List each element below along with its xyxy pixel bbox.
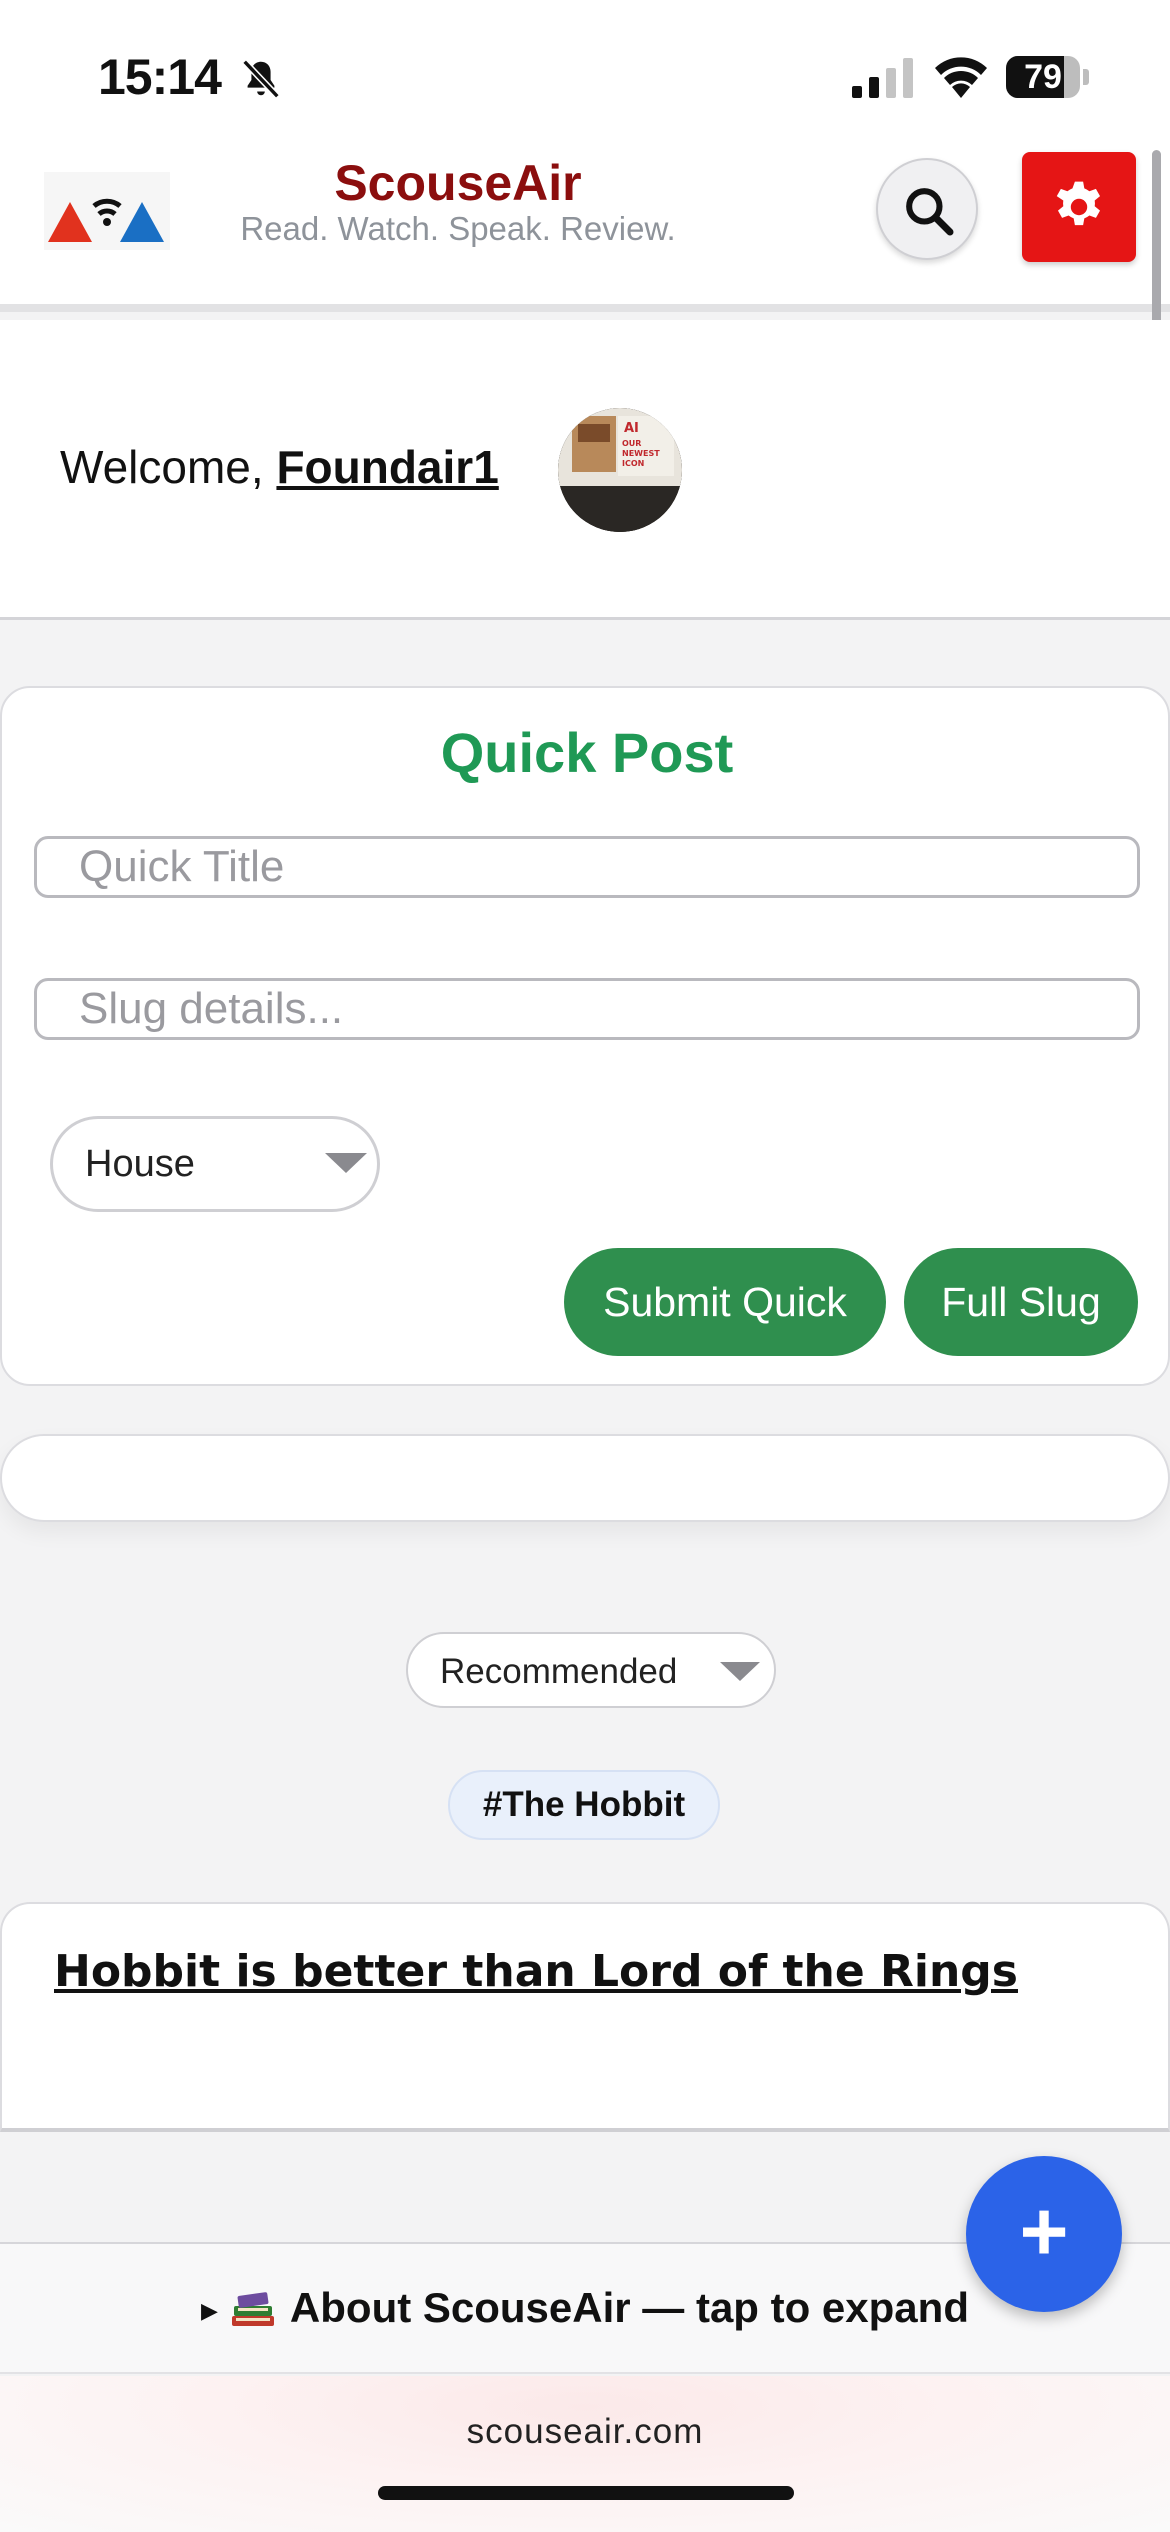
tag-chip[interactable]: #The Hobbit [448, 1770, 720, 1840]
brand-name: ScouseAir [334, 155, 582, 211]
footer: scouseair.com [0, 2376, 1170, 2532]
cellular-signal-icon [852, 58, 913, 98]
svg-text:ICON: ICON [622, 459, 644, 468]
battery-icon: 79 [1006, 56, 1089, 98]
home-indicator[interactable] [378, 2486, 794, 2500]
add-post-button[interactable]: + [966, 2156, 1122, 2312]
category-select[interactable]: House [50, 1116, 380, 1212]
app-header: ScouseAir Read. Watch. Speak. Review. [0, 140, 1170, 312]
logo-icon[interactable] [44, 172, 170, 250]
plus-icon: + [1019, 2184, 1069, 2278]
gear-icon [1056, 181, 1101, 226]
bell-slash-icon [242, 59, 280, 99]
svg-text:NEWEST: NEWEST [622, 449, 660, 458]
svg-text:AI: AI [624, 421, 639, 436]
status-bar: 15:14 79 [0, 0, 1170, 140]
quick-post-title: Quick Post [440, 721, 734, 784]
settings-button[interactable] [1022, 152, 1136, 262]
username-link[interactable]: Foundair1 [276, 441, 498, 493]
search-icon [906, 188, 954, 236]
sort-select[interactable]: Recommended [406, 1632, 776, 1708]
search-button[interactable] [876, 158, 978, 260]
sort-selected: Recommended [440, 1652, 678, 1691]
avatar-text: OUR [622, 439, 641, 448]
submit-quick-button[interactable]: Submit Quick [564, 1248, 886, 1356]
about-label: About ScouseAir — tap to expand [289, 2284, 969, 2331]
slug-details-input[interactable] [34, 978, 1140, 1040]
chevron-down-icon [720, 1662, 760, 1681]
welcome-text: Welcome, Foundair1 [60, 440, 499, 494]
welcome-section: Welcome, Foundair1 AI OUR NEWEST ICON [0, 320, 1170, 620]
welcome-greeting: Welcome, [60, 441, 277, 493]
empty-card [0, 1434, 1170, 1522]
brand: ScouseAir Read. Watch. Speak. Review. [218, 154, 698, 246]
avatar[interactable]: AI OUR NEWEST ICON [558, 408, 682, 532]
chevron-down-icon [325, 1153, 367, 1173]
books-icon [231, 2292, 274, 2326]
post-card: Hobbit is better than Lord of the Rings [0, 1902, 1170, 2132]
quick-post-card: Quick Post House Submit Quick Full Slug [0, 686, 1170, 1386]
footer-domain: scouseair.com [466, 2412, 704, 2451]
page-scrollbar[interactable] [1152, 150, 1161, 336]
brand-tagline: Read. Watch. Speak. Review. [240, 210, 676, 247]
post-title-link[interactable]: Hobbit is better than Lord of the Rings [54, 1946, 1018, 1997]
app-page: 15:14 79 ScouseAir Read. Watch. Speak. R… [0, 0, 1170, 2532]
status-time: 15:14 [98, 49, 222, 105]
battery-percent: 79 [1024, 58, 1062, 96]
full-slug-button[interactable]: Full Slug [904, 1248, 1138, 1356]
quick-title-input[interactable] [34, 836, 1140, 898]
wifi-icon [935, 57, 987, 98]
disclosure-triangle-icon: ▶ [201, 2297, 218, 2323]
category-selected: House [85, 1143, 195, 1185]
